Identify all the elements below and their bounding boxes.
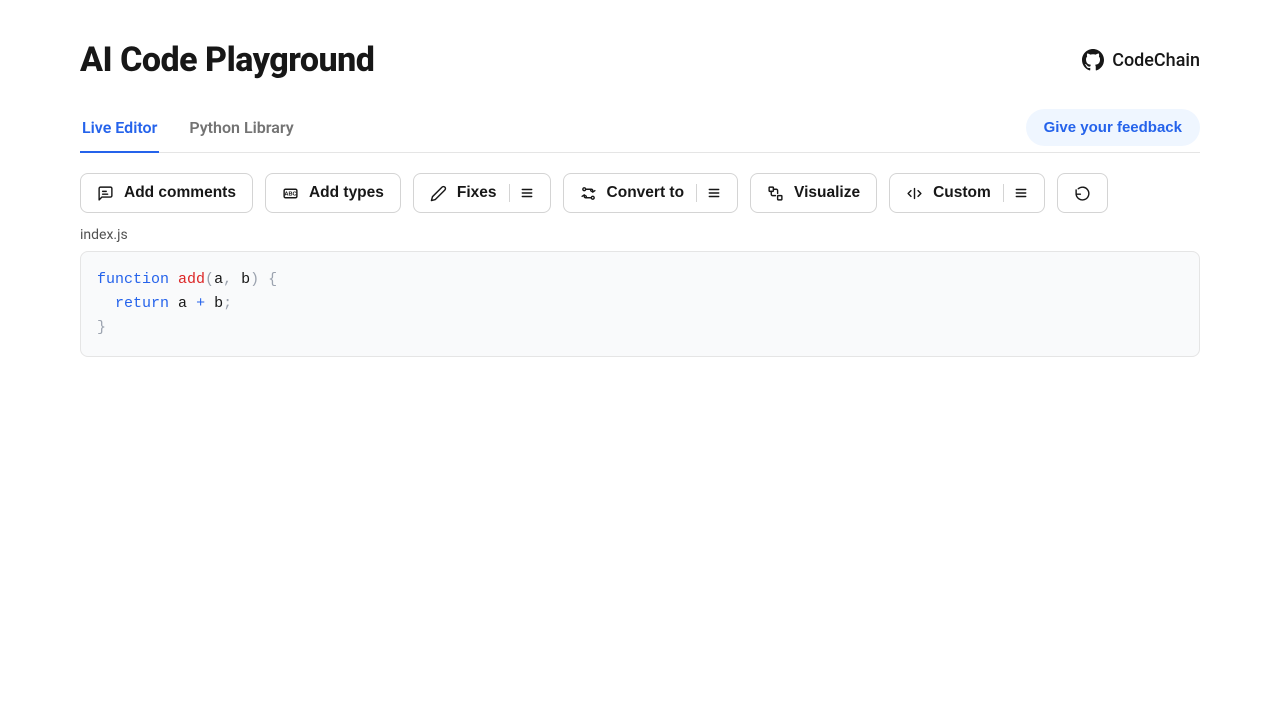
code-token: , <box>223 271 232 288</box>
comment-icon <box>97 185 114 202</box>
add-types-button[interactable]: ABC Add types <box>265 173 401 213</box>
code-token: b <box>241 271 250 288</box>
tab-live-editor[interactable]: Live Editor <box>80 108 159 153</box>
tab-python-library[interactable]: Python Library <box>187 108 295 153</box>
code-token: } <box>97 319 106 336</box>
github-icon <box>1082 49 1104 71</box>
menu-icon[interactable] <box>520 186 534 200</box>
page-title: AI Code Playground <box>80 40 374 80</box>
add-comments-button[interactable]: Add comments <box>80 173 253 213</box>
add-types-label: Add types <box>309 184 384 202</box>
convert-to-label: Convert to <box>607 184 685 202</box>
code-token: b <box>214 295 223 312</box>
custom-label: Custom <box>933 184 991 202</box>
svg-text:ABC: ABC <box>284 191 296 197</box>
fixes-label: Fixes <box>457 184 497 202</box>
code-token: ; <box>223 295 232 312</box>
divider <box>1003 184 1004 202</box>
custom-button[interactable]: Custom <box>889 173 1045 213</box>
code-token: a <box>214 271 223 288</box>
add-comments-label: Add comments <box>124 184 236 202</box>
convert-icon <box>580 185 597 202</box>
github-link[interactable]: CodeChain <box>1082 49 1200 71</box>
fixes-button[interactable]: Fixes <box>413 173 551 213</box>
code-token: + <box>196 295 205 312</box>
undo-button[interactable] <box>1057 173 1108 213</box>
toolbar: Add comments ABC Add types Fixes Convert… <box>80 173 1200 213</box>
code-token: ) <box>250 271 259 288</box>
divider <box>509 184 510 202</box>
code-token: { <box>268 271 277 288</box>
visualize-icon <box>767 185 784 202</box>
pencil-icon <box>430 185 447 202</box>
feedback-button[interactable]: Give your feedback <box>1026 109 1200 146</box>
convert-to-button[interactable]: Convert to <box>563 173 739 213</box>
code-icon <box>906 185 923 202</box>
visualize-label: Visualize <box>794 184 860 202</box>
filename-label: index.js <box>80 227 1200 243</box>
menu-icon[interactable] <box>707 186 721 200</box>
code-token: function <box>97 271 169 288</box>
tabs: Live Editor Python Library <box>80 108 296 152</box>
code-editor[interactable]: function add(a, b) { return a + b; } <box>80 251 1200 357</box>
code-token: ( <box>205 271 214 288</box>
menu-icon[interactable] <box>1014 186 1028 200</box>
code-token: add <box>178 271 205 288</box>
code-token: a <box>178 295 187 312</box>
github-link-label: CodeChain <box>1112 50 1200 71</box>
visualize-button[interactable]: Visualize <box>750 173 877 213</box>
code-token: return <box>115 295 169 312</box>
type-icon: ABC <box>282 185 299 202</box>
divider <box>696 184 697 202</box>
undo-icon <box>1074 185 1091 202</box>
